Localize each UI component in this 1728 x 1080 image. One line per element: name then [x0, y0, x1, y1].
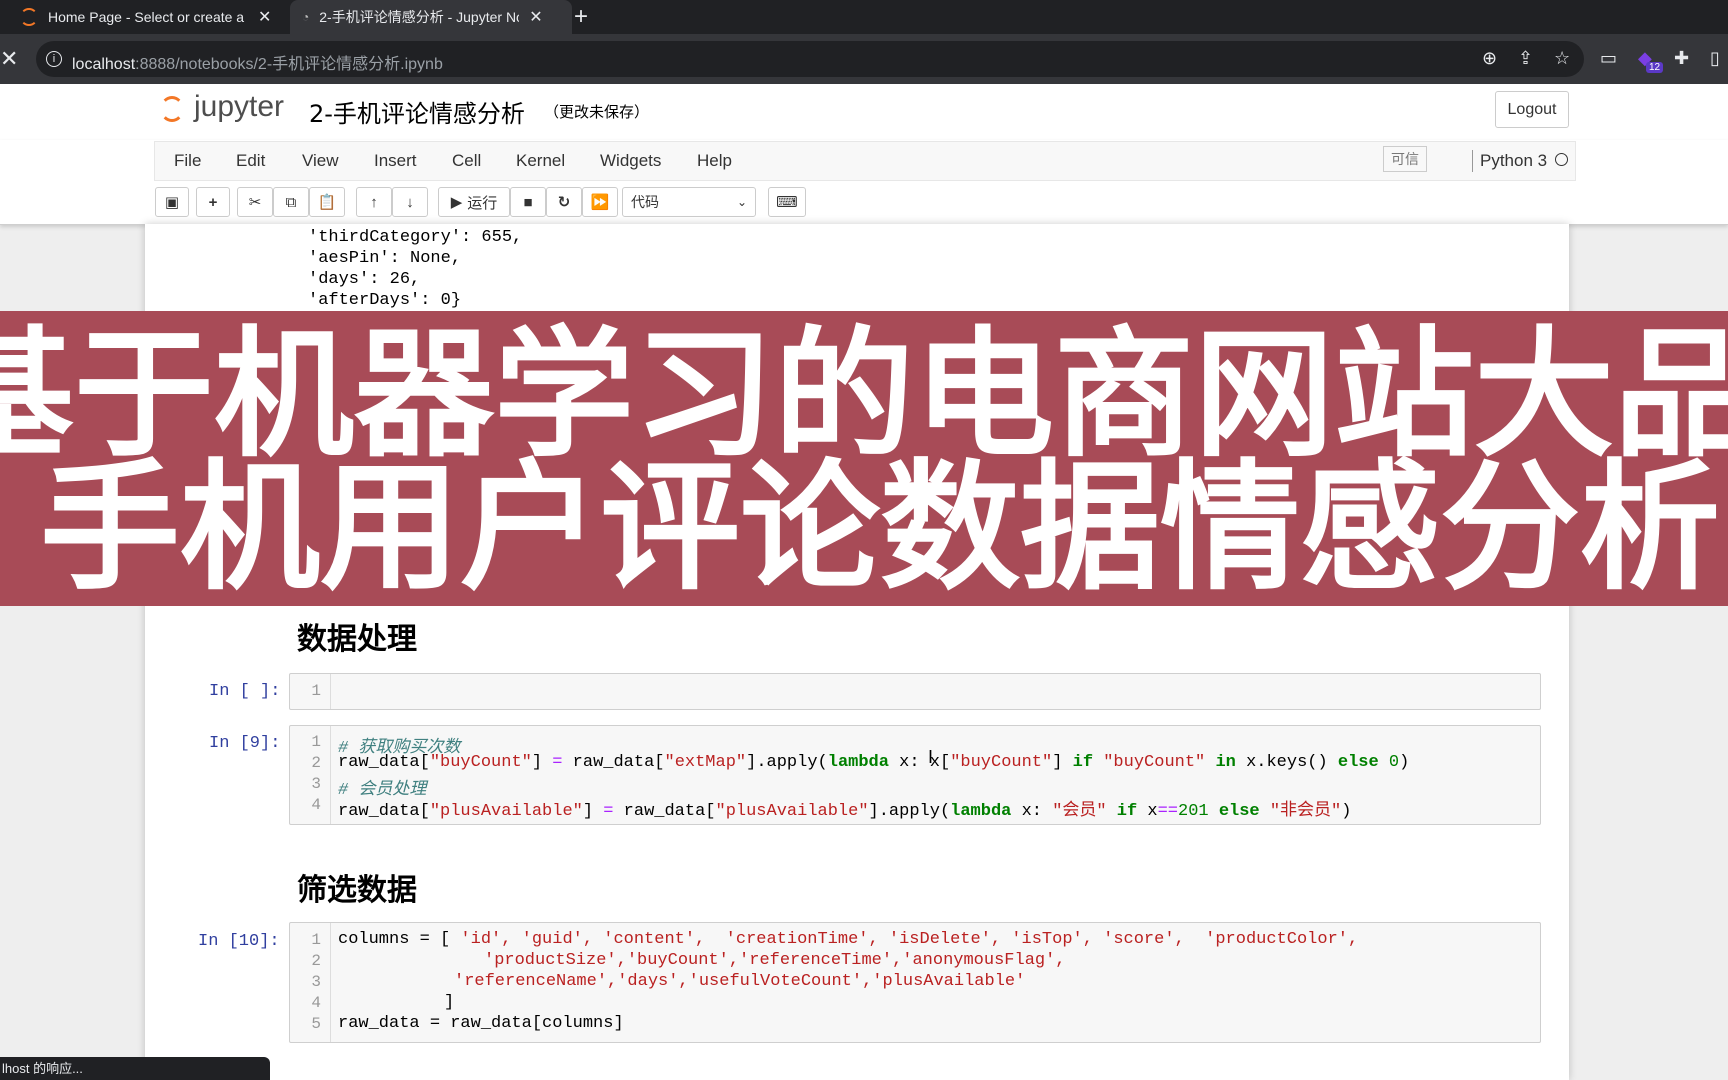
cut-button[interactable]: ✂	[237, 187, 273, 217]
kernel-status-icon	[1555, 153, 1568, 166]
puzzle-icon[interactable]: ✚	[1674, 48, 1689, 69]
side-panel-icon[interactable]: ▯	[1710, 48, 1720, 69]
browser-tab-home[interactable]: Home Page - Select or create a notebook …	[20, 0, 282, 34]
line-number: 1	[311, 733, 321, 751]
trusted-indicator[interactable]: 可信	[1383, 146, 1427, 172]
restart-run-all-button[interactable]: ⏩	[582, 187, 618, 217]
code-line[interactable]: raw_data = raw_data[columns]	[338, 1014, 624, 1033]
tab-title: 2-手机评论情感分析 - Jupyter Notebook	[319, 9, 519, 25]
output-line: 'days': 26,	[308, 270, 421, 289]
arrow-down-icon: ↓	[406, 193, 414, 211]
stop-loading-icon[interactable]: ✕	[0, 46, 18, 72]
paste-icon: 📋	[317, 194, 337, 211]
copy-icon: ⧉	[285, 193, 297, 211]
code-line[interactable]: raw_data["plusAvailable"] = raw_data["pl…	[338, 795, 1351, 821]
section-heading-data-processing[interactable]: 数据处理	[297, 614, 417, 658]
output-line: 'thirdCategory': 655,	[308, 228, 523, 247]
title-banner: 基于机器学习的电商网站大品牌 手机用户评论数据情感分析	[0, 311, 1728, 606]
run-label: 运行	[467, 193, 498, 212]
cell-gutter	[330, 923, 331, 1042]
move-down-button[interactable]: ↓	[392, 187, 428, 217]
cell-gutter	[330, 726, 331, 824]
line-number: 4	[311, 796, 321, 814]
copy-button[interactable]: ⧉	[273, 187, 309, 217]
menu-kernel[interactable]: Kernel	[516, 151, 565, 171]
info-icon[interactable]: i	[46, 51, 62, 67]
command-palette-button[interactable]: ⌨	[768, 187, 806, 217]
cell-type-value: 代码	[631, 195, 659, 211]
browser-tab-notebook[interactable]: ◔ 2-手机评论情感分析 - Jupyter Notebook ✕	[290, 0, 572, 34]
keyboard-icon: ⌨	[776, 194, 798, 211]
line-number: 1	[311, 931, 321, 949]
notebook-title[interactable]: 2-手机评论情感分析	[309, 94, 525, 129]
scissors-icon: ✂	[248, 194, 262, 211]
save-icon: ▣	[164, 194, 180, 211]
zoom-icon[interactable]: ⊕	[1482, 48, 1497, 69]
cell-prompt: In [ ]:	[209, 682, 281, 701]
jupyter-logo-text[interactable]: jupyter	[194, 90, 284, 124]
restart-button[interactable]: ↻	[546, 187, 582, 217]
close-icon[interactable]: ✕	[258, 7, 271, 27]
menu-help[interactable]: Help	[697, 151, 732, 171]
line-number: 3	[311, 775, 321, 793]
line-number: 1	[311, 682, 321, 700]
paste-button[interactable]: 📋	[309, 187, 345, 217]
save-status: （更改未保存）	[544, 103, 650, 121]
interrupt-button[interactable]: ■	[510, 187, 546, 217]
code-line[interactable]: 'productSize','buyCount','referenceTime'…	[484, 951, 1066, 970]
menu-insert[interactable]: Insert	[374, 151, 417, 171]
url-text[interactable]: localhost:8888/notebooks/2-手机评论情感分析.ipyn…	[72, 50, 443, 74]
cell-prompt: In [9]:	[209, 734, 281, 753]
kernel-divider	[1472, 150, 1473, 172]
logout-button[interactable]: Logout	[1495, 91, 1569, 128]
bookmark-star-icon[interactable]: ☆	[1554, 48, 1570, 69]
browser-status-bubble: lhost 的响应...	[0, 1057, 270, 1080]
jupyter-logo-icon[interactable]	[158, 92, 186, 126]
code-cell-empty[interactable]	[289, 673, 1541, 710]
play-icon: ▶	[450, 194, 463, 211]
menu-view[interactable]: View	[302, 151, 339, 171]
text-cursor-icon: I	[928, 747, 934, 767]
cell-prompt: In [10]:	[198, 932, 280, 951]
close-icon[interactable]: ✕	[529, 7, 542, 27]
cell-gutter	[330, 674, 331, 709]
code-line[interactable]: ]	[444, 993, 454, 1012]
extension-badge: 12	[1646, 62, 1664, 73]
code-line[interactable]: 'referenceName','days','usefulVoteCount'…	[454, 972, 1025, 991]
line-number: 2	[311, 952, 321, 970]
reader-icon[interactable]: ▭	[1600, 48, 1617, 69]
line-number: 2	[311, 754, 321, 772]
fast-forward-icon: ⏩	[590, 194, 610, 211]
code-line[interactable]: raw_data["buyCount"] = raw_data["extMap"…	[338, 753, 1409, 772]
move-up-button[interactable]: ↑	[356, 187, 392, 217]
banner-title-line2: 手机用户评论数据情感分析	[40, 447, 1721, 606]
menu-file[interactable]: File	[174, 151, 201, 171]
notebook-favicon-icon: ◔	[302, 10, 310, 24]
line-number: 5	[311, 1015, 321, 1033]
code-line[interactable]: columns = [ 'id', 'guid', 'content', 'cr…	[338, 930, 1358, 949]
output-line: 'afterDays': 0}	[308, 291, 462, 310]
save-button[interactable]: ▣	[155, 187, 189, 217]
line-number: 4	[311, 994, 321, 1012]
plus-icon: +	[208, 193, 218, 211]
menu-widgets[interactable]: Widgets	[600, 151, 661, 171]
line-number: 3	[311, 973, 321, 991]
restart-icon: ↻	[557, 194, 571, 211]
menu-edit[interactable]: Edit	[236, 151, 265, 171]
share-icon[interactable]: ⇪	[1518, 48, 1533, 69]
menu-bar	[154, 141, 1576, 181]
section-heading-filter-data[interactable]: 筛选数据	[297, 865, 417, 909]
chevron-down-icon: ⌄	[736, 195, 747, 209]
stop-icon: ■	[523, 193, 533, 211]
kernel-name[interactable]: Python 3	[1480, 151, 1547, 171]
insert-cell-button[interactable]: +	[196, 187, 230, 217]
cell-type-select[interactable]: 代码 ⌄	[622, 187, 756, 217]
tab-title: Home Page - Select or create a notebook	[48, 9, 248, 25]
run-button[interactable]: ▶ 运行	[438, 187, 510, 217]
output-line: 'aesPin': None,	[308, 249, 462, 268]
menu-cell[interactable]: Cell	[452, 151, 481, 171]
new-tab-icon[interactable]: +	[574, 0, 588, 34]
jupyter-favicon-icon	[20, 8, 38, 26]
arrow-up-icon: ↑	[370, 193, 378, 211]
